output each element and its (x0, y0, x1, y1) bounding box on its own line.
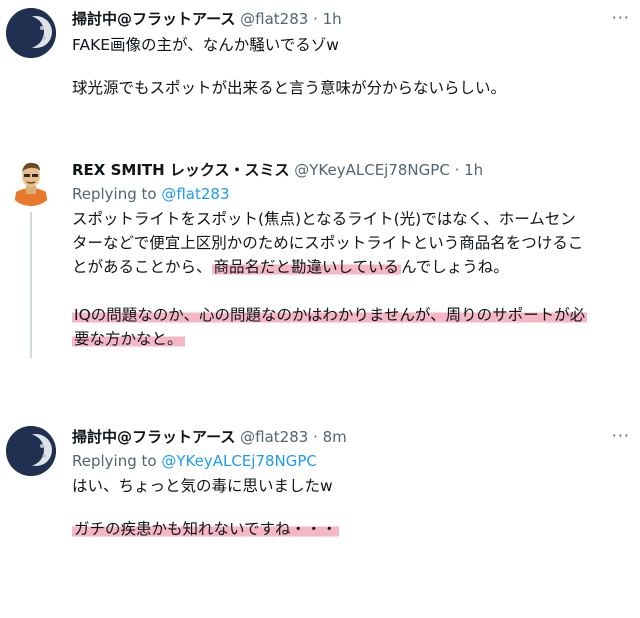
timestamp[interactable]: 1h (323, 10, 342, 28)
display-name[interactable]: REX SMITH レックス・スミス (72, 161, 289, 179)
text-line: はい、ちょっと気の毒に思いましたw (72, 477, 333, 495)
text-line: とがあることから、 商品名だと勘違いしている んでしょうね。 (72, 255, 632, 279)
highlighted-text: IQの問題なのか、心の問題なのかはわかりませんが、周りのサポートが必 (72, 306, 588, 324)
tweet-header: REX SMITH レックス・スミス @YKeyALCEj78NGPC · 1h (72, 160, 483, 180)
avatar[interactable] (6, 426, 56, 476)
replying-to: Replying to @YKeyALCEj78NGPC (72, 451, 317, 471)
text-line: FAKE画像の主が、なんか騒いでるゾw (72, 36, 339, 54)
highlighted-text: 商品名だと勘違いしている (211, 258, 402, 276)
separator-dot: · (313, 10, 318, 28)
avatar[interactable] (6, 156, 56, 206)
tweet-2[interactable]: REX SMITH レックス・スミス @YKeyALCEj78NGPC · 1h… (0, 148, 640, 358)
cartoon-man-avatar-icon (6, 156, 56, 206)
tweet-1[interactable]: 掃討中@フラットアース @flat283 · 1h ··· FAKE画像の主が、… (0, 0, 640, 130)
text-line: 球光源でもスポットが出来ると言う意味が分からないらしい。 (72, 79, 507, 97)
highlighted-text: ガチの疾患かも知れないですね・・・ (72, 520, 340, 538)
text-line: 要な方かなと。 (72, 327, 632, 351)
user-handle[interactable]: @YKeyALCEj78NGPC (294, 161, 450, 179)
separator-dot: · (454, 161, 460, 179)
reply-target-link[interactable]: @flat283 (161, 185, 229, 203)
text-line: ガチの疾患かも知れないですね・・・ (72, 517, 340, 541)
text-line: IQの問題なのか、心の問題なのかはわかりませんが、周りのサポートが必 (72, 303, 632, 327)
text-line: ターなどで便宜上区別かのためにスポットライトという商品名をつけるこ (72, 234, 584, 252)
timestamp[interactable]: 1h (464, 161, 483, 179)
highlighted-text: 要な方かなと。 (72, 330, 185, 348)
tweet-text: FAKE画像の主が、なんか騒いでるゾw 球光源でもスポットが出来ると言う意味が分… (72, 33, 506, 100)
separator-dot: · (313, 428, 318, 446)
tweet-header: 掃討中@フラットアース @flat283 · 1h (72, 9, 342, 29)
tweet-text: スポットライトをスポット(焦点)となるライト(光)ではなく、ホームセン ターなど… (72, 207, 632, 351)
replying-to: Replying to @flat283 (72, 184, 230, 204)
avatar[interactable] (6, 8, 56, 58)
tweet-3[interactable]: 掃討中@フラットアース @flat283 · 8m ··· Replying t… (0, 418, 640, 618)
more-options-icon[interactable]: ··· (612, 8, 630, 28)
tweet-header: 掃討中@フラットアース @flat283 · 8m (72, 427, 347, 447)
more-options-icon[interactable]: ··· (612, 426, 630, 446)
replying-to-label: Replying to (72, 185, 162, 203)
text-segment: とがあることから、 (72, 258, 212, 276)
replying-to-label: Replying to (72, 452, 162, 470)
user-handle[interactable]: @flat283 (240, 428, 308, 446)
reply-target-link[interactable]: @YKeyALCEj78NGPC (161, 452, 317, 470)
thread-connector-line (30, 212, 32, 358)
tweet-text: はい、ちょっと気の毒に思いましたw ガチの疾患かも知れないですね・・・ (72, 474, 340, 541)
text-segment: んでしょうね。 (401, 258, 509, 276)
display-name[interactable]: 掃討中@フラットアース (72, 10, 235, 28)
moon-avatar-icon (6, 426, 56, 476)
moon-avatar-icon (6, 8, 56, 58)
timestamp[interactable]: 8m (323, 428, 347, 446)
text-line: スポットライトをスポット(焦点)となるライト(光)ではなく、ホームセン (72, 210, 576, 228)
user-handle[interactable]: @flat283 (240, 10, 308, 28)
display-name[interactable]: 掃討中@フラットアース (72, 428, 235, 446)
